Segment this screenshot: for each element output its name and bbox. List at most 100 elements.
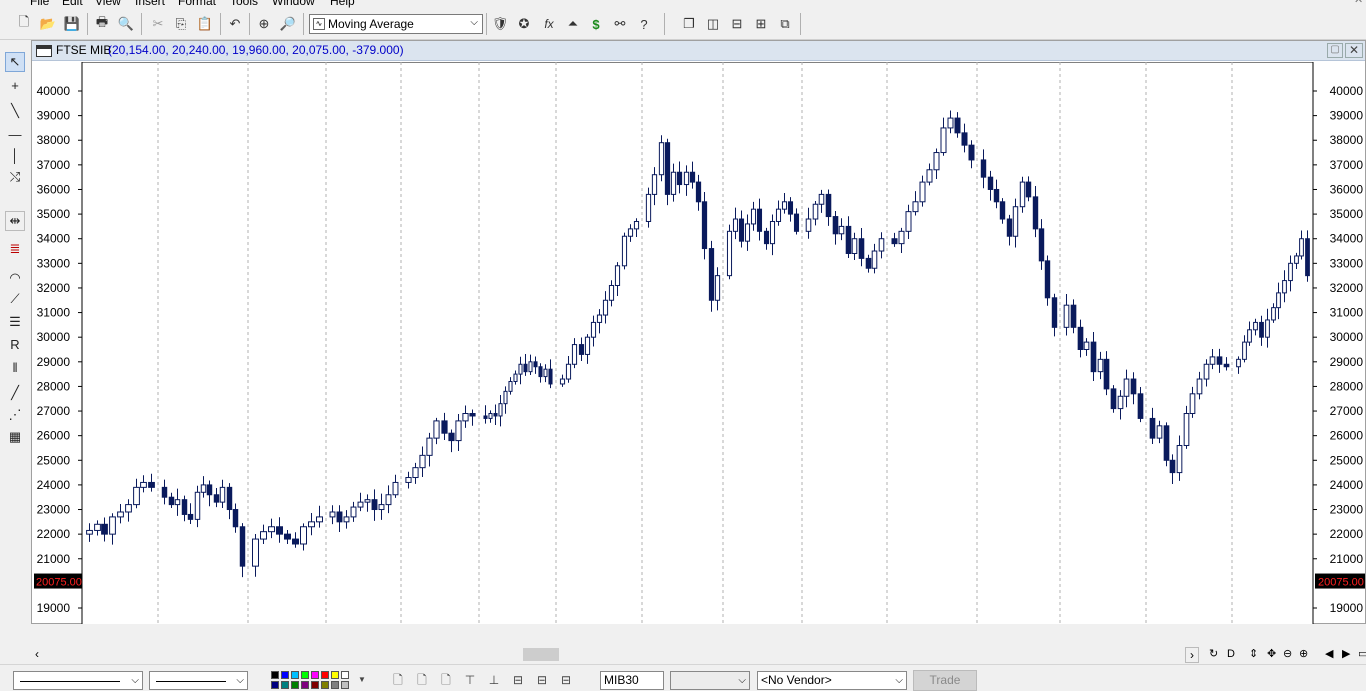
- maximize-icon[interactable]: ▢: [1327, 43, 1343, 58]
- cut-icon[interactable]: ✂: [148, 14, 168, 34]
- minimize-icon[interactable]: —: [1308, 0, 1319, 5]
- palette-swatch[interactable]: [271, 681, 279, 689]
- palette-swatch[interactable]: [301, 681, 309, 689]
- crosshair-icon[interactable]: ⊕: [254, 14, 274, 34]
- expert-icon[interactable]: 🛡: [490, 14, 510, 34]
- fibonacci-icon[interactable]: ≣: [5, 239, 25, 259]
- retracement-icon[interactable]: ☰: [5, 312, 25, 332]
- snap-top-icon[interactable]: ⊤: [462, 672, 478, 688]
- trendline-icon[interactable]: ╲: [5, 101, 25, 121]
- wizard-icon[interactable]: ✪: [514, 14, 534, 34]
- new-icon[interactable]: 🗋: [14, 14, 34, 34]
- line-weight-select[interactable]: ⌵: [149, 671, 248, 690]
- pin-icon[interactable]: ⇕: [1249, 647, 1258, 660]
- menu-view[interactable]: View: [95, 0, 121, 8]
- tile-grid-icon[interactable]: ⊞: [751, 14, 771, 34]
- horizontal-scrollbar[interactable]: ‹ › ↻ D ⇕ ✥ ⊖ ⊕ ◀ ▶ ▭: [31, 646, 1366, 664]
- formula-icon[interactable]: fx: [539, 14, 559, 34]
- palette-swatch[interactable]: [341, 671, 349, 679]
- period-select[interactable]: ⌵: [670, 671, 750, 690]
- menu-file[interactable]: File: [30, 0, 49, 8]
- layout-icon[interactable]: ▭: [1358, 647, 1366, 660]
- crosshair-tool-icon[interactable]: +: [5, 75, 25, 95]
- refresh-icon[interactable]: ↻: [1209, 647, 1218, 660]
- cascade-icon[interactable]: ❐: [679, 14, 699, 34]
- cycle-lines-icon[interactable]: ‖: [5, 357, 25, 377]
- print-preview-icon[interactable]: 🔍: [116, 14, 136, 34]
- palette-swatch[interactable]: [291, 681, 299, 689]
- menu-window[interactable]: Window: [272, 0, 315, 8]
- gann-fan-icon[interactable]: ⋰: [5, 405, 25, 425]
- zoom-in-icon[interactable]: ⊕: [1299, 647, 1308, 660]
- palette-swatch[interactable]: [271, 671, 279, 679]
- palette-swatch[interactable]: [321, 671, 329, 679]
- vertical-line-icon[interactable]: │: [5, 145, 25, 165]
- paste-icon[interactable]: 📋: [195, 14, 215, 34]
- zoom-out-icon[interactable]: ⊖: [1283, 647, 1292, 660]
- ray-icon[interactable]: ⤭: [5, 167, 25, 187]
- line-style-select[interactable]: ⌵: [13, 671, 143, 690]
- fan-icon[interactable]: ⟋: [5, 289, 25, 309]
- page-icon[interactable]: 🗋: [414, 672, 430, 688]
- menu-format[interactable]: Format: [178, 0, 216, 8]
- arc-icon[interactable]: ◠: [5, 268, 25, 288]
- study-select[interactable]: ∿ Moving Average ⌵: [309, 14, 483, 34]
- open-icon[interactable]: 📂: [38, 14, 58, 34]
- palette-swatch[interactable]: [281, 671, 289, 679]
- vendor-select[interactable]: <No Vendor> ⌵: [757, 671, 907, 690]
- price-chart[interactable]: 19000 19000 21000 21000 22000 22000 23000 23000…: [32, 62, 1365, 624]
- align-top-icon[interactable]: ⊟: [510, 672, 526, 688]
- menu-tools[interactable]: Tools: [230, 0, 258, 8]
- page-icon[interactable]: 🗋: [390, 672, 406, 688]
- tile-vertical-icon[interactable]: ◫: [703, 14, 723, 34]
- horizontal-line-icon[interactable]: —: [5, 124, 25, 144]
- scroll-thumb[interactable]: [523, 648, 559, 661]
- zoom-icon[interactable]: 🔎: [278, 14, 298, 34]
- palette-swatch[interactable]: [311, 681, 319, 689]
- page-icon[interactable]: 🗋: [438, 672, 454, 688]
- plot-area[interactable]: [81, 62, 1314, 624]
- split-icon[interactable]: ⇹: [5, 211, 25, 231]
- snap-mid-icon[interactable]: ⊥: [486, 672, 502, 688]
- palette-swatch[interactable]: [331, 681, 339, 689]
- dollar-icon[interactable]: $: [586, 14, 606, 34]
- palette-dropdown-icon[interactable]: ▼: [354, 672, 370, 688]
- palette-swatch[interactable]: [331, 671, 339, 679]
- menu-insert[interactable]: Insert: [135, 0, 165, 8]
- menu-edit[interactable]: Edit: [62, 0, 83, 8]
- symbol-field[interactable]: MIB30: [600, 671, 664, 690]
- arrange-icon[interactable]: ⧉: [775, 14, 795, 34]
- tile-horizontal-icon[interactable]: ⊟: [727, 14, 747, 34]
- align-bottom-icon[interactable]: ⊟: [558, 672, 574, 688]
- indicator-icon[interactable]: ⏶: [563, 14, 583, 34]
- copy-icon[interactable]: ⎘: [171, 14, 191, 34]
- pointer-icon[interactable]: ↖: [5, 52, 25, 72]
- undo-icon[interactable]: ↶: [225, 14, 245, 34]
- print-icon[interactable]: 🖶: [92, 14, 112, 34]
- close-icon[interactable]: ✕: [1354, 0, 1363, 6]
- palette-swatch[interactable]: [291, 671, 299, 679]
- align-mid-icon[interactable]: ⊟: [534, 672, 550, 688]
- help-icon[interactable]: ?: [634, 14, 654, 34]
- palette-swatch[interactable]: [301, 671, 309, 679]
- scroll-left-icon[interactable]: ‹: [35, 647, 39, 661]
- page-left-icon[interactable]: ◀: [1325, 647, 1333, 660]
- palette-swatch[interactable]: [281, 681, 289, 689]
- menu-help[interactable]: Help: [330, 0, 355, 8]
- close-icon[interactable]: ✕: [1345, 43, 1363, 58]
- palette-swatch[interactable]: [321, 681, 329, 689]
- palette-swatch[interactable]: [311, 671, 319, 679]
- palette-swatch[interactable]: [341, 681, 349, 689]
- periodicity-label[interactable]: D: [1227, 648, 1235, 660]
- move-icon[interactable]: ✥: [1267, 647, 1276, 660]
- save-icon[interactable]: 💾: [62, 14, 82, 34]
- restore-icon[interactable]: ▫: [1332, 0, 1336, 5]
- trade-button[interactable]: Trade: [913, 670, 977, 691]
- text-tool-icon[interactable]: R: [5, 334, 25, 354]
- color-palette[interactable]: [271, 671, 355, 691]
- page-right-icon[interactable]: ▶: [1342, 647, 1350, 660]
- scroll-right-icon[interactable]: ›: [1185, 647, 1199, 663]
- gann-grid-icon[interactable]: ▦: [5, 427, 25, 447]
- binoculars-icon[interactable]: ⚯: [610, 14, 630, 34]
- line-tool-icon[interactable]: ╱: [5, 383, 25, 403]
